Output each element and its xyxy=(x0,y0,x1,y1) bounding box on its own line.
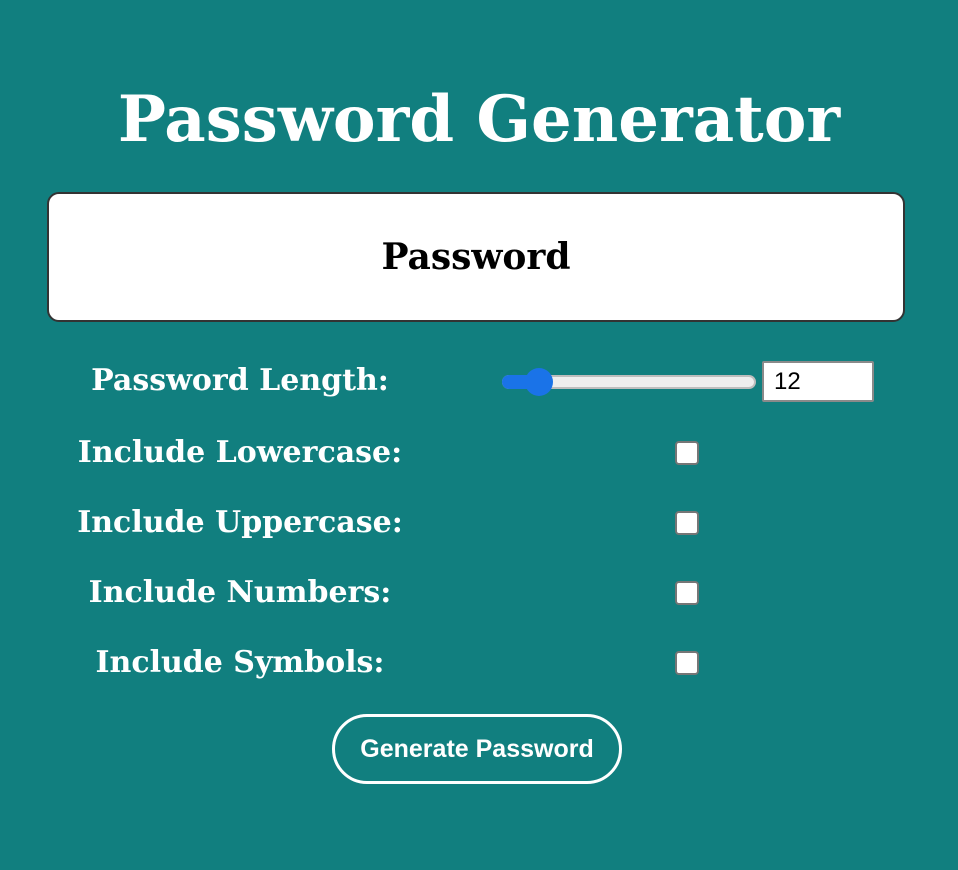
include-uppercase-row: Include Uppercase: xyxy=(0,503,958,543)
password-length-slider-thumb[interactable] xyxy=(525,368,554,396)
password-length-label: Password Length: xyxy=(91,363,389,398)
include-lowercase-checkbox[interactable] xyxy=(675,441,699,465)
generate-password-button[interactable]: Generate Password xyxy=(332,714,622,784)
include-uppercase-checkbox[interactable] xyxy=(675,511,699,535)
include-symbols-label: Include Symbols: xyxy=(95,645,385,680)
password-length-input[interactable] xyxy=(762,361,874,402)
include-numbers-label: Include Numbers: xyxy=(88,575,392,610)
include-numbers-row: Include Numbers: xyxy=(0,573,958,613)
password-length-row: Password Length: xyxy=(0,361,958,402)
password-display: Password xyxy=(47,192,905,322)
include-uppercase-label: Include Uppercase: xyxy=(77,505,403,540)
include-symbols-checkbox[interactable] xyxy=(675,651,699,675)
include-lowercase-label: Include Lowercase: xyxy=(77,435,403,470)
include-symbols-row: Include Symbols: xyxy=(0,643,958,683)
password-display-text: Password xyxy=(381,236,571,278)
include-numbers-checkbox[interactable] xyxy=(675,581,699,605)
include-lowercase-row: Include Lowercase: xyxy=(0,433,958,473)
page-title: Password Generator xyxy=(117,82,841,157)
